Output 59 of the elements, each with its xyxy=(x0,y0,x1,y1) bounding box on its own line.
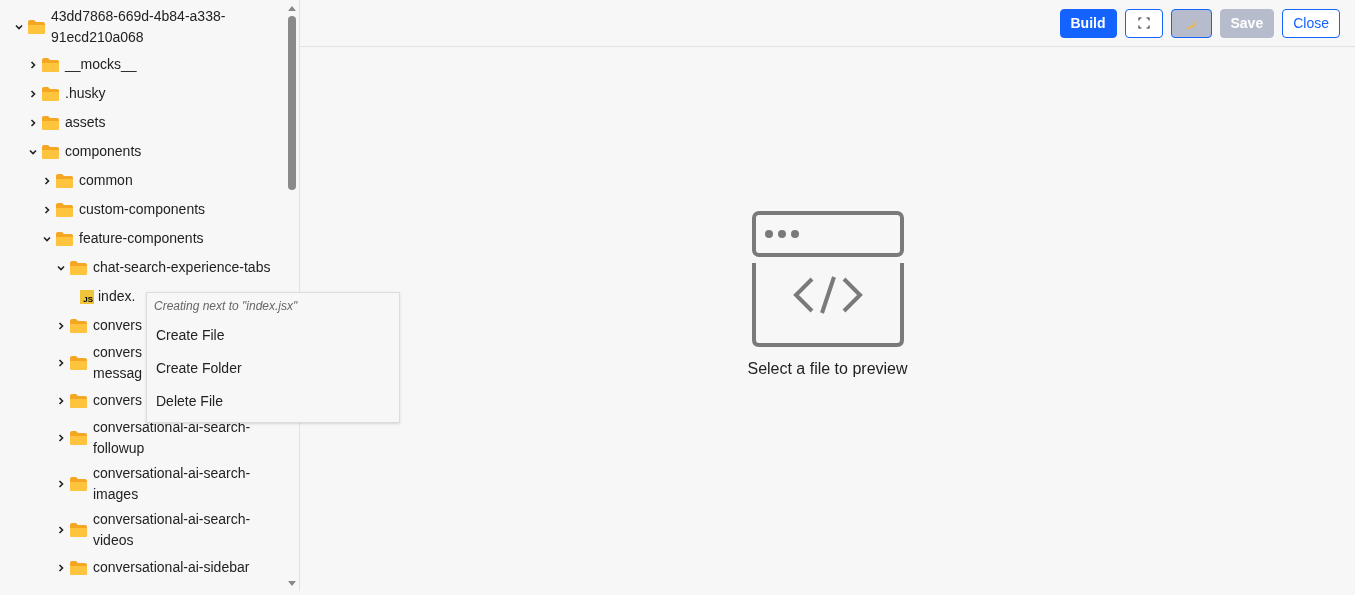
close-button[interactable]: Close xyxy=(1282,8,1340,38)
folder-icon xyxy=(42,144,59,159)
code-window-icon xyxy=(751,211,904,347)
folder-name[interactable]: components xyxy=(65,141,142,162)
chevron-down-icon[interactable] xyxy=(14,22,24,32)
folder-icon xyxy=(70,523,87,537)
folder-icon xyxy=(56,231,73,246)
folder-name[interactable]: custom-components xyxy=(79,199,206,220)
menu-item[interactable]: Delete File xyxy=(147,385,399,418)
file-name[interactable]: index. xyxy=(98,286,136,307)
folder-name[interactable]: __mocks__ xyxy=(65,54,137,75)
folder-name[interactable]: convers messag xyxy=(93,342,143,384)
menu-item[interactable]: Create Folder xyxy=(147,352,399,385)
chevron-right-icon[interactable] xyxy=(56,433,66,443)
folder-name[interactable]: assets xyxy=(65,112,106,133)
folder-name[interactable]: chat-search-experience-tabs xyxy=(93,257,271,278)
folder-icon xyxy=(70,477,87,491)
js-file-icon: JS xyxy=(80,289,94,304)
folder-icon xyxy=(70,318,87,333)
chevron-right-icon[interactable] xyxy=(28,59,38,70)
folder-name[interactable]: convers xyxy=(93,390,143,411)
chevron-right-icon[interactable] xyxy=(56,320,66,331)
theme-button[interactable] xyxy=(1170,8,1212,38)
chevron-right-icon[interactable] xyxy=(56,479,66,489)
chevron-right-icon[interactable] xyxy=(56,525,66,535)
chevron-right-icon[interactable] xyxy=(28,117,38,128)
folder-name[interactable]: conversational-ai-search- videos xyxy=(93,509,251,551)
chevron-right-icon[interactable] xyxy=(56,358,66,368)
chevron-right-icon[interactable] xyxy=(56,562,66,573)
chevron-right-icon[interactable] xyxy=(28,88,38,99)
folder-icon xyxy=(70,356,87,370)
folder-icon xyxy=(56,202,73,217)
folder-icon xyxy=(70,393,87,408)
folder-name[interactable]: common xyxy=(79,170,133,191)
folder-icon xyxy=(56,173,73,188)
chevron-right-icon[interactable] xyxy=(42,175,52,186)
folder-icon xyxy=(42,115,59,130)
folder-icon xyxy=(42,86,59,101)
scroll-down-icon[interactable] xyxy=(287,580,297,588)
folder-icon xyxy=(70,260,87,275)
folder-icon xyxy=(70,560,87,575)
folder-name[interactable]: 43dd7868-669d-4b84-a338- 91ecd210a068 xyxy=(51,6,226,48)
folder-icon xyxy=(70,431,87,445)
chevron-right-icon[interactable] xyxy=(42,204,52,215)
menu-caption: Creating next to "index.jsx" xyxy=(153,298,299,315)
menu-item[interactable]: Create File xyxy=(147,319,399,352)
folder-name[interactable]: convers xyxy=(93,315,143,336)
folder-icon xyxy=(42,57,59,72)
scroll-up-icon[interactable] xyxy=(287,4,297,12)
folder-name[interactable]: conversational-ai-sidebar xyxy=(93,557,250,578)
chevron-right-icon[interactable] xyxy=(56,395,66,406)
empty-state-message: Select a file to preview xyxy=(747,359,908,379)
folder-name[interactable]: feature-components xyxy=(79,228,204,249)
build-button[interactable]: Build xyxy=(1059,8,1117,38)
fullscreen-icon xyxy=(1137,17,1150,29)
scrollbar-thumb[interactable] xyxy=(288,16,296,190)
folder-name[interactable]: .husky xyxy=(65,83,106,104)
folder-icon xyxy=(28,20,45,34)
fullscreen-button[interactable] xyxy=(1124,8,1163,38)
